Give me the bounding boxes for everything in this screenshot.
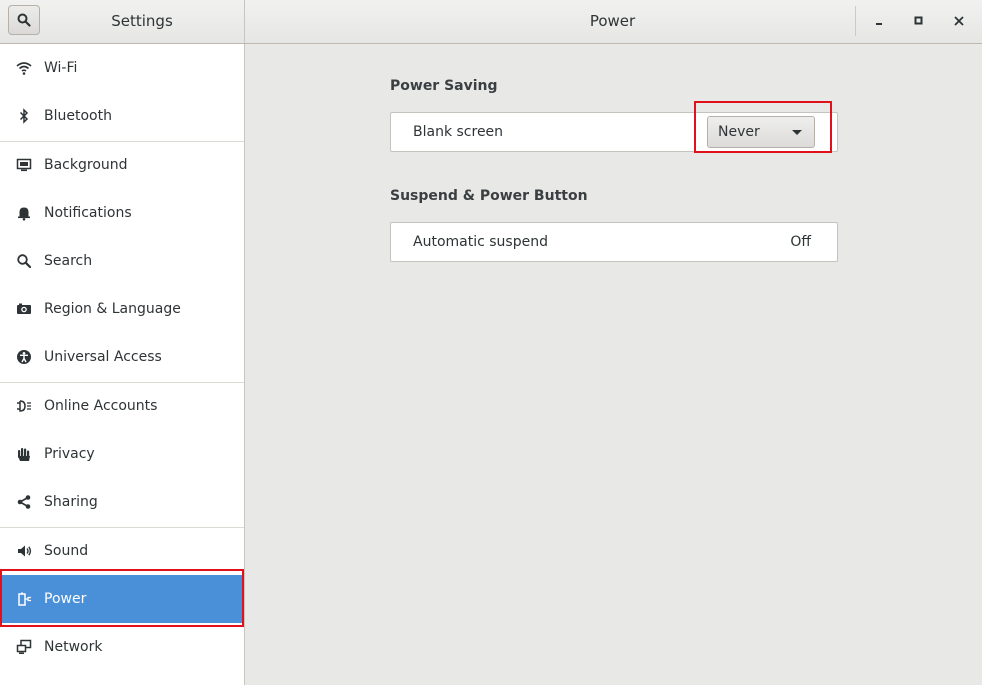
- search-button[interactable]: [8, 5, 40, 35]
- sidebar-item-online-accounts[interactable]: Online Accounts: [0, 382, 244, 430]
- sidebar-item-network[interactable]: Network: [0, 623, 244, 671]
- sidebar-item-label: Bluetooth: [44, 108, 112, 124]
- sidebar-item-label: Search: [44, 253, 93, 269]
- sidebar-item-label: Background: [44, 157, 128, 173]
- sidebar-item-bluetooth[interactable]: Bluetooth: [0, 92, 244, 140]
- settings-window: Settings Power Wi-Fi Bluetooth Backgroun…: [0, 0, 982, 685]
- camera-icon: [16, 301, 32, 317]
- chevron-down-icon: [792, 129, 802, 135]
- power-icon: [16, 591, 32, 607]
- automatic-suspend-row[interactable]: Automatic suspend Off: [390, 222, 838, 262]
- share-icon: [16, 494, 32, 510]
- search-icon: [17, 13, 31, 27]
- sidebar-item-privacy[interactable]: Privacy: [0, 430, 244, 478]
- blank-screen-dropdown[interactable]: Never: [707, 116, 815, 148]
- sidebar-item-label: Universal Access: [44, 349, 162, 365]
- bluetooth-icon: [16, 108, 32, 124]
- sidebar-item-power[interactable]: Power: [0, 575, 244, 623]
- speaker-icon: [16, 543, 32, 559]
- sidebar-item-label: Network: [44, 639, 103, 655]
- blank-screen-value: Never: [718, 124, 760, 140]
- automatic-suspend-value: Off: [790, 234, 811, 250]
- sidebar-item-label: Notifications: [44, 205, 132, 221]
- maximize-button[interactable]: [908, 10, 930, 32]
- sidebar-item-label: Sharing: [44, 494, 98, 510]
- header-bar: Settings Power: [0, 0, 982, 44]
- wifi-icon: [16, 60, 32, 76]
- sidebar-item-label: Wi-Fi: [44, 60, 78, 76]
- sidebar-item-search[interactable]: Search: [0, 237, 244, 285]
- sidebar-item-label: Sound: [44, 543, 89, 559]
- blank-screen-label: Blank screen: [413, 124, 504, 140]
- close-icon: [954, 16, 964, 26]
- minimize-button[interactable]: [868, 10, 890, 32]
- power-saving-title: Power Saving: [390, 78, 498, 94]
- sidebar-item-sound[interactable]: Sound: [0, 527, 244, 575]
- sidebar-item-background[interactable]: Background: [0, 141, 244, 189]
- automatic-suspend-label: Automatic suspend: [413, 234, 548, 250]
- background-icon: [16, 157, 32, 173]
- sidebar-title: Settings: [111, 12, 173, 30]
- network-icon: [16, 639, 32, 655]
- blank-screen-row: Blank screen Never: [390, 112, 838, 152]
- sidebar: Wi-Fi Bluetooth Background Notifications…: [0, 44, 245, 685]
- header-separator: [855, 6, 856, 36]
- sidebar-item-region-language[interactable]: Region & Language: [0, 285, 244, 333]
- sidebar-header: Settings: [0, 0, 245, 43]
- maximize-icon: [914, 16, 923, 25]
- suspend-section-title: Suspend & Power Button: [390, 188, 588, 204]
- sidebar-item-sharing[interactable]: Sharing: [0, 478, 244, 526]
- sidebar-item-notifications[interactable]: Notifications: [0, 189, 244, 237]
- online-accounts-icon: [16, 398, 32, 414]
- sidebar-item-label: Region & Language: [44, 301, 181, 317]
- accessibility-icon: [16, 349, 32, 365]
- minimize-icon: [876, 23, 882, 25]
- sidebar-item-universal-access[interactable]: Universal Access: [0, 333, 244, 381]
- sidebar-item-label: Power: [44, 591, 87, 607]
- hand-icon: [16, 446, 32, 462]
- search-icon: [16, 253, 32, 269]
- sidebar-item-label: Online Accounts: [44, 398, 158, 414]
- sidebar-item-wifi[interactable]: Wi-Fi: [0, 44, 244, 92]
- bell-icon: [16, 205, 32, 221]
- sidebar-item-label: Privacy: [44, 446, 95, 462]
- close-button[interactable]: [948, 10, 970, 32]
